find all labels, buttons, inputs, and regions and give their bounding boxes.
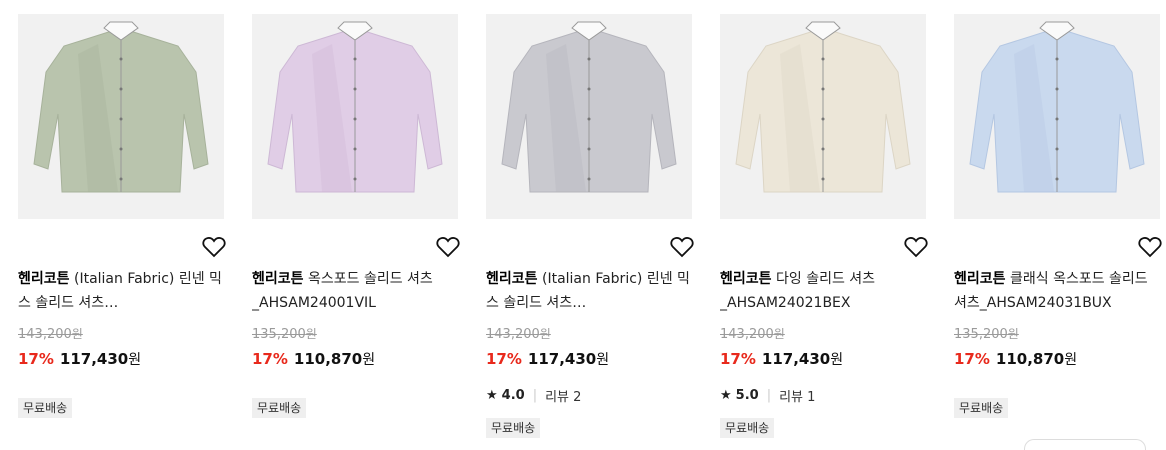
product-brand: 헨리코튼 [486, 271, 538, 287]
discount-rate: 17% [720, 350, 756, 368]
product-brand: 헨리코튼 [18, 271, 70, 287]
product-image[interactable] [720, 14, 926, 219]
heart-outline-icon[interactable] [670, 236, 694, 258]
original-price: 143,200원 [18, 327, 83, 342]
review-count: 리뷰 1 [779, 390, 816, 405]
original-price: 135,200원 [252, 327, 317, 342]
product-title[interactable]: 헨리코튼 (Italian Fabric) 린넨 믹스 솔리드 셔츠_AHSAM… [18, 267, 224, 315]
free-shipping-badge: 무료배송 [720, 418, 775, 438]
divider: | [532, 388, 538, 403]
product-card[interactable]: 헨리코튼 (Italian Fabric) 린넨 믹스 솔리드 셔츠_AHSAM… [486, 14, 694, 438]
rating-row[interactable]: ★ 5.0 | 리뷰 1 [720, 386, 815, 405]
discount-rate: 17% [252, 350, 288, 368]
product-card[interactable]: 헨리코튼 (Italian Fabric) 린넨 믹스 솔리드 셔츠_AHSAM… [18, 14, 226, 418]
free-shipping-badge: 무료배송 [954, 398, 1009, 418]
product-card[interactable]: 헨리코튼 옥스포드 솔리드 셔츠_AHSAM24001VIL 135,200원 … [252, 14, 460, 418]
sale-price: 110,870 [293, 350, 363, 368]
shirt-image [735, 21, 911, 193]
sale-price: 117,430 [59, 350, 129, 368]
rating-score: 4.0 [501, 388, 525, 403]
sale-price-line: 17% 117,430원 [720, 350, 844, 368]
star-icon: ★ [720, 388, 732, 403]
discount-rate: 17% [486, 350, 522, 368]
product-title[interactable]: 헨리코튼 (Italian Fabric) 린넨 믹스 솔리드 셔츠_AHSAM… [486, 267, 692, 315]
product-image[interactable] [486, 14, 692, 219]
sale-price: 117,430 [527, 350, 597, 368]
product-title[interactable]: 헨리코튼 옥스포드 솔리드 셔츠_AHSAM24001VIL [252, 267, 458, 315]
free-shipping-badge: 무료배송 [18, 398, 73, 418]
original-price: 143,200원 [486, 327, 551, 342]
product-card[interactable]: 헨리코튼 클래식 옥스포드 솔리드 셔츠_AHSAM24031BUX 135,2… [954, 14, 1162, 418]
product-title[interactable]: 헨리코튼 다잉 솔리드 셔츠_AHSAM24021BEX [720, 267, 926, 315]
sale-price: 110,870 [995, 350, 1065, 368]
sale-price: 117,430 [761, 350, 831, 368]
sale-price-line: 17% 110,870원 [252, 350, 376, 368]
product-image[interactable] [954, 14, 1160, 219]
sale-price-line: 17% 117,430원 [18, 350, 142, 368]
sale-price-line: 17% 110,870원 [954, 350, 1078, 368]
product-brand: 헨리코튼 [720, 271, 772, 287]
rating-row[interactable]: ★ 4.0 | 리뷰 2 [486, 386, 581, 405]
product-grid: 헨리코튼 (Italian Fabric) 린넨 믹스 솔리드 셔츠_AHSAM… [0, 0, 1166, 450]
product-title[interactable]: 헨리코튼 클래식 옥스포드 솔리드 셔츠_AHSAM24031BUX [954, 267, 1160, 315]
shirt-image [501, 21, 677, 193]
shirt-image [969, 21, 1145, 193]
shirt-image [267, 21, 443, 193]
original-price: 143,200원 [720, 327, 785, 342]
heart-outline-icon[interactable] [436, 236, 460, 258]
product-brand: 헨리코튼 [954, 271, 1006, 287]
free-shipping-badge: 무료배송 [252, 398, 307, 418]
sale-price-line: 17% 117,430원 [486, 350, 610, 368]
discount-rate: 17% [18, 350, 54, 368]
divider: | [766, 388, 772, 403]
product-image[interactable] [18, 14, 224, 219]
free-shipping-badge: 무료배송 [486, 418, 541, 438]
partial-element [1024, 439, 1146, 450]
review-count: 리뷰 2 [545, 390, 582, 405]
original-price: 135,200원 [954, 327, 1019, 342]
discount-rate: 17% [954, 350, 990, 368]
product-image[interactable] [252, 14, 458, 219]
heart-outline-icon[interactable] [904, 236, 928, 258]
heart-outline-icon[interactable] [202, 236, 226, 258]
product-brand: 헨리코튼 [252, 271, 304, 287]
product-card[interactable]: 헨리코튼 다잉 솔리드 셔츠_AHSAM24021BEX 143,200원 17… [720, 14, 928, 438]
star-icon: ★ [486, 388, 498, 403]
heart-outline-icon[interactable] [1138, 236, 1162, 258]
rating-score: 5.0 [735, 388, 759, 403]
shirt-image [33, 21, 209, 193]
